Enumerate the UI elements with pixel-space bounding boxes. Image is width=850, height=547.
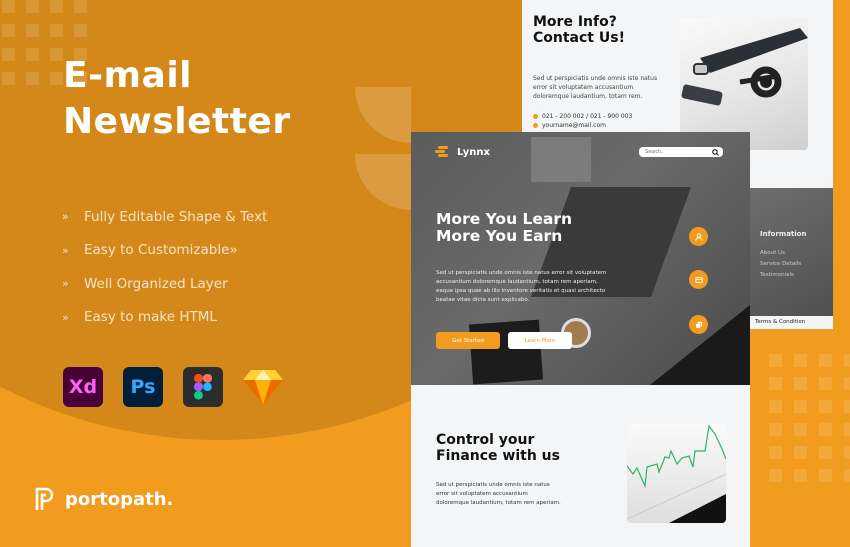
tool-icons: Xd Ps bbox=[63, 367, 283, 407]
feature-text: Easy to make HTML bbox=[84, 309, 217, 326]
get-started-button[interactable]: Get Started bbox=[436, 332, 500, 349]
feature-item: » Well Organized Layer bbox=[62, 267, 267, 301]
title-line: Control your bbox=[436, 432, 535, 448]
feature-list: » Fully Editable Shape & Text » Easy to Cu… bbox=[62, 200, 267, 334]
user-icon bbox=[694, 232, 703, 241]
sketch-icon bbox=[243, 367, 283, 407]
portopath-logo-icon bbox=[35, 487, 54, 510]
finance-title: Control your Finance with us bbox=[436, 432, 560, 464]
chevron-double-icon: » bbox=[62, 243, 69, 257]
finance-chart-image bbox=[627, 424, 726, 523]
contact-body: Sed ut perspiciatis unde omnis iste natu… bbox=[533, 75, 658, 100]
chevron-double-icon: » bbox=[62, 310, 69, 324]
title-line: More Info? bbox=[533, 14, 617, 30]
footer-heading: Information bbox=[760, 230, 807, 238]
copy-icon bbox=[694, 321, 702, 329]
footer-link-testimonials[interactable]: Testimonials bbox=[760, 272, 794, 278]
search-input[interactable] bbox=[645, 149, 705, 155]
footer-info-panel: Information About Us Service Details Tes… bbox=[749, 188, 833, 329]
phone-text: 021 - 200 002 / 021 - 900 003 bbox=[542, 113, 633, 120]
adobe-xd-icon: Xd bbox=[63, 367, 103, 407]
mail-icon bbox=[533, 123, 538, 128]
logo-text: Lynnx bbox=[457, 146, 490, 158]
card-fab-button[interactable] bbox=[689, 270, 708, 289]
contact-email[interactable]: yourname@mail.com bbox=[533, 122, 606, 129]
photoshop-icon: Ps bbox=[123, 367, 163, 407]
chevron-double-icon: » bbox=[62, 277, 69, 291]
headline-line: More You Learn bbox=[436, 210, 573, 228]
phone-icon bbox=[533, 114, 538, 119]
footer-link-service-details[interactable]: Service Details bbox=[760, 261, 801, 267]
title-line: Finance with us bbox=[436, 447, 560, 464]
brand-logo: portopath. bbox=[35, 487, 173, 511]
feature-text: Well Organized Layer bbox=[84, 275, 228, 292]
learn-more-button[interactable]: Learn More bbox=[508, 332, 572, 349]
finance-body: Sed ut perspiciatis unde omnis iste natu… bbox=[436, 482, 561, 506]
hero-headline: More You Learn More You Earn bbox=[436, 211, 572, 245]
hero-photo-tablet bbox=[468, 319, 544, 385]
footer-link-about[interactable]: About Us bbox=[760, 250, 785, 256]
search-bar[interactable] bbox=[639, 147, 723, 157]
feature-item: » Easy to Customizable» bbox=[62, 234, 267, 268]
contact-title: More Info? Contact Us! bbox=[533, 14, 625, 46]
promo-title: E-mail Newsletter bbox=[63, 53, 291, 145]
stack-logo-icon bbox=[435, 146, 448, 157]
contact-image bbox=[680, 18, 808, 150]
title-line: Newsletter bbox=[63, 101, 291, 142]
feature-text: Fully Editable Shape & Text bbox=[84, 208, 268, 225]
copy-fab-button[interactable] bbox=[689, 315, 708, 334]
email-text: yourname@mail.com bbox=[542, 122, 606, 129]
headline-line: More You Earn bbox=[436, 227, 563, 245]
finance-section: Control your Finance with us Sed ut pers… bbox=[411, 385, 750, 547]
title-line: E-mail bbox=[63, 55, 193, 96]
card-icon bbox=[694, 276, 703, 283]
hero-photo-notepad bbox=[531, 137, 591, 182]
chevron-double-icon: » bbox=[62, 210, 69, 224]
hero-body: Sed ut perspiciatis unde omnis iste natu… bbox=[436, 270, 607, 303]
decorative-dot-grid bbox=[769, 354, 850, 482]
feature-item: » Fully Editable Shape & Text bbox=[62, 200, 267, 234]
feature-item: » Easy to make HTML bbox=[62, 301, 267, 335]
contact-phone[interactable]: 021 - 200 002 / 021 - 900 003 bbox=[533, 113, 632, 120]
search-icon[interactable] bbox=[712, 148, 719, 156]
site-logo[interactable]: Lynnx bbox=[435, 146, 490, 158]
terms-link[interactable]: Terms & Condition bbox=[749, 316, 833, 329]
feature-text: Easy to Customizable» bbox=[84, 242, 238, 259]
figma-icon bbox=[183, 367, 223, 407]
brand-name: portopath. bbox=[65, 488, 174, 510]
user-fab-button[interactable] bbox=[689, 227, 708, 246]
hero-section: Lynnx More You Learn More You Earn Sed u… bbox=[411, 132, 750, 385]
title-line: Contact Us! bbox=[533, 30, 625, 46]
